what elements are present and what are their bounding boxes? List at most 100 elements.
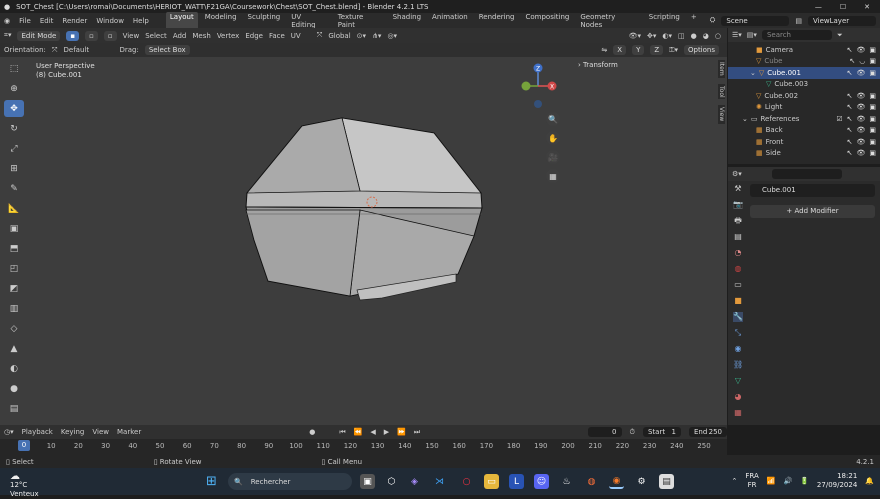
camera-render-icon[interactable]: ▣: [869, 69, 876, 77]
select-arrow-icon[interactable]: ↖: [847, 69, 853, 77]
eye-icon[interactable]: 👁: [856, 149, 865, 157]
camera-view-icon[interactable]: 🎥: [546, 150, 560, 164]
gizmo-y-icon[interactable]: [521, 81, 531, 91]
outliner-editor-icon[interactable]: ☰▾: [732, 31, 742, 39]
select-arrow-icon[interactable]: ↖: [847, 103, 853, 111]
camera-render-icon[interactable]: ▣: [869, 149, 876, 157]
tab-sculpting[interactable]: Sculpting: [244, 12, 285, 30]
menu-help[interactable]: Help: [133, 17, 149, 25]
select-arrow-icon[interactable]: ↖: [847, 46, 853, 54]
tab-shading[interactable]: Shading: [389, 12, 425, 30]
outliner-row-cube-002[interactable]: ▽ Cube.002 ↖ 👁 ▣: [728, 90, 880, 102]
camera-render-icon[interactable]: ▣: [869, 92, 876, 100]
menu-marker[interactable]: Marker: [117, 428, 141, 436]
constraints-tab-icon[interactable]: ⛓: [733, 360, 743, 370]
maximize-icon[interactable]: ☐: [840, 3, 846, 11]
jump-start-icon[interactable]: ⏮: [339, 428, 345, 437]
app-taskbar-icon[interactable]: ▤: [659, 474, 674, 489]
task-view-icon[interactable]: ▣: [360, 474, 375, 489]
data-tab-icon[interactable]: ▽: [733, 376, 743, 386]
menu-playback[interactable]: Playback: [22, 428, 53, 436]
navigation-gizmo[interactable]: Z X: [518, 62, 562, 108]
select-arrow-icon[interactable]: ↖: [847, 149, 853, 157]
tab-item[interactable]: Item: [718, 60, 725, 78]
jump-keyframe-forward-icon[interactable]: ⏩: [397, 428, 406, 436]
firefox-icon[interactable]: ◍: [584, 474, 599, 489]
select-arrow-icon[interactable]: ↖: [847, 138, 853, 146]
modifier-tab-icon[interactable]: 🔧: [733, 312, 743, 322]
blender-menu-icon[interactable]: ◉: [4, 17, 10, 25]
tab-compositing[interactable]: Compositing: [521, 12, 573, 30]
add-workspace-button[interactable]: +: [687, 12, 701, 30]
outliner-row-cube-003[interactable]: ▽ Cube.003: [728, 79, 880, 91]
output-tab-icon[interactable]: 🖶: [733, 216, 743, 226]
checkbox-icon[interactable]: ☑: [836, 115, 842, 123]
filter-icon[interactable]: ⏷: [837, 31, 843, 40]
menu-keying[interactable]: Keying: [61, 428, 85, 436]
play-reverse-icon[interactable]: ◀: [370, 428, 375, 436]
camera-render-icon[interactable]: ▣: [869, 57, 876, 65]
tab-layout[interactable]: Layout: [165, 11, 198, 30]
render-tab-icon[interactable]: 📷: [733, 200, 743, 210]
eye-icon[interactable]: 👁: [856, 92, 865, 100]
file-explorer-icon[interactable]: ▭: [484, 474, 499, 489]
tab-texture-paint[interactable]: Texture Paint: [334, 12, 386, 30]
language-indicator[interactable]: FRA FR: [745, 472, 758, 490]
opera-icon[interactable]: ○: [459, 474, 474, 489]
camera-render-icon[interactable]: ▣: [869, 126, 876, 134]
jump-end-icon[interactable]: ⏭: [414, 428, 420, 437]
add-modifier-button[interactable]: + Add Modifier: [750, 205, 875, 218]
app-l-icon[interactable]: L: [509, 474, 524, 489]
tab-animation[interactable]: Animation: [428, 12, 472, 30]
properties-editor-icon[interactable]: ⚙▾: [732, 170, 742, 178]
chevron-up-icon[interactable]: ⌃: [731, 477, 737, 485]
camera-render-icon[interactable]: ▣: [869, 103, 876, 111]
github-desktop-icon[interactable]: ◈: [407, 474, 422, 489]
view-layer-tab-icon[interactable]: ▤: [733, 232, 743, 242]
properties-object-name[interactable]: Cube.001: [750, 184, 875, 197]
outliner-row-cube[interactable]: ▽ Cube ↖ ◡ ▣: [728, 56, 880, 68]
chevron-down-icon[interactable]: ⌄: [742, 115, 748, 123]
particles-tab-icon[interactable]: ⤡: [733, 328, 743, 338]
camera-render-icon[interactable]: ▣: [869, 115, 876, 123]
select-arrow-icon[interactable]: ↖: [847, 126, 853, 134]
filter-view-icon[interactable]: ▤▾: [747, 31, 757, 39]
wifi-icon[interactable]: 📶: [767, 477, 776, 485]
timeline-playhead[interactable]: 0: [18, 440, 30, 451]
texture-tab-icon[interactable]: ▦: [733, 408, 743, 418]
eye-closed-icon[interactable]: ◡: [859, 57, 865, 65]
volume-icon[interactable]: 🔊: [783, 477, 792, 485]
timeline-editor-icon[interactable]: ◷▾: [4, 428, 14, 436]
menu-edit[interactable]: Edit: [40, 17, 54, 25]
physics-tab-icon[interactable]: ◉: [733, 344, 743, 354]
outliner-row-camera[interactable]: ■ Camera ↖ 👁 ▣: [728, 44, 880, 56]
settings-taskbar-icon[interactable]: ⚙: [634, 474, 649, 489]
eye-icon[interactable]: 👁: [856, 138, 865, 146]
menu-window[interactable]: Window: [96, 17, 124, 25]
select-arrow-icon[interactable]: ↖: [847, 115, 853, 123]
outliner-row-front[interactable]: ▦ Front ↖ 👁 ▣: [728, 136, 880, 148]
menu-file[interactable]: File: [19, 17, 31, 25]
record-icon[interactable]: ●: [309, 428, 315, 436]
outliner-search-input[interactable]: Search: [761, 30, 832, 40]
gizmo-neg-z-icon[interactable]: [534, 100, 542, 108]
camera-render-icon[interactable]: ▣: [869, 46, 876, 54]
taskbar-search-box[interactable]: 🔍 Rechercher: [228, 473, 352, 490]
play-icon[interactable]: ▶: [384, 428, 389, 436]
eye-icon[interactable]: 👁: [856, 115, 865, 123]
jump-keyframe-back-icon[interactable]: ⏪: [354, 428, 363, 436]
tool-tab-icon[interactable]: ⚒: [733, 184, 743, 194]
outliner-row-cube-001[interactable]: ⌄ ▽ Cube.001 ↖ 👁 ▣: [728, 67, 880, 79]
eye-icon[interactable]: 👁: [856, 103, 865, 111]
collection-tab-icon[interactable]: ▭: [733, 280, 743, 290]
close-icon[interactable]: ✕: [864, 3, 870, 11]
battery-icon[interactable]: 🔋: [800, 477, 809, 485]
end-frame-field[interactable]: End 250: [688, 427, 727, 437]
tab-modeling[interactable]: Modeling: [201, 12, 241, 30]
tab-rendering[interactable]: Rendering: [475, 12, 519, 30]
menu-render[interactable]: Render: [62, 17, 87, 25]
notification-icon[interactable]: 🔔: [865, 477, 874, 485]
object-tab-icon[interactable]: ■: [733, 296, 743, 306]
grid-view-icon[interactable]: ▦: [546, 169, 560, 183]
tab-scripting[interactable]: Scripting: [645, 12, 684, 30]
